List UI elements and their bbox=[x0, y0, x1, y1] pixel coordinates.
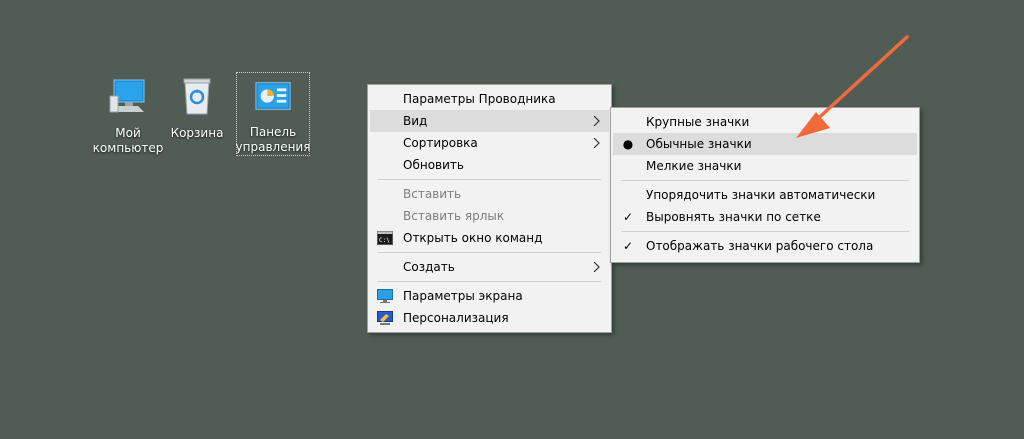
pointer-arrow-icon bbox=[796, 35, 909, 138]
